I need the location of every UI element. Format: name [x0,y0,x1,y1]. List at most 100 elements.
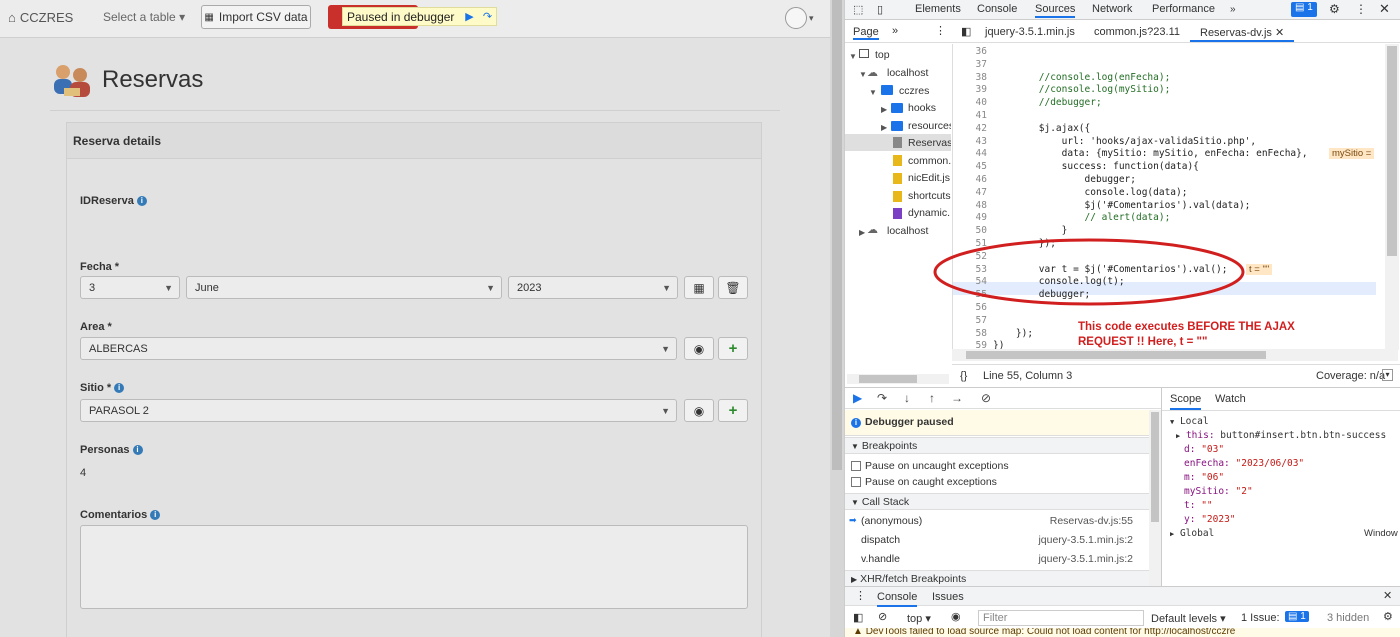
clear-date-button[interactable]: 🗑︎ [718,276,748,299]
eye-icon[interactable]: ◉ [951,610,961,623]
scope-var-row[interactable]: d: "03" [1184,444,1224,455]
issues-count-badge[interactable]: ▤ 1 [1285,611,1309,622]
resume-icon[interactable]: ▶︎ [460,8,478,25]
file-tab-reservas[interactable]: Reservas-dv.js ✕ [1190,24,1295,42]
line-number[interactable]: 38 [953,72,987,83]
close-tab-icon[interactable]: ✕ [1275,27,1284,39]
drawer-tab-console[interactable]: Console [877,591,918,607]
view-area-button[interactable]: ◉ [684,337,714,360]
info-icon[interactable]: i [132,445,143,455]
scope-local-header[interactable]: ▼ Local [1170,416,1209,427]
avatar-caret-icon[interactable]: ▾ [809,13,814,24]
line-number[interactable]: 41 [953,110,987,121]
gear-icon[interactable]: ⚙ [1329,2,1340,16]
tree-resources[interactable]: resources [908,120,951,132]
info-icon[interactable]: i [136,196,147,206]
close-icon[interactable]: ✕ [1379,1,1390,17]
close-drawer-icon[interactable]: ✕ [1383,589,1392,602]
stack-frame[interactable]: ➡ (anonymous) Reservas-dv.js:55 [845,515,1161,527]
stack-frame[interactable]: dispatch jquery-3.5.1.min.js:2 [845,534,1161,546]
step-icon[interactable]: → [951,391,963,405]
scope-var-row[interactable]: y: "2023" [1184,514,1236,525]
tab-elements[interactable]: Elements [915,3,961,15]
tree-shortcuts-file[interactable]: shortcuts [908,190,951,202]
comentarios-textarea[interactable] [80,525,748,609]
pause-uncaught-checkbox[interactable] [851,461,861,472]
calendar-button[interactable]: ▦ [684,276,714,299]
fecha-day-select[interactable]: 3 ▼ [80,276,180,299]
issues-badge[interactable]: ▤ 1 [1291,2,1317,17]
add-sitio-button[interactable]: + [718,399,748,422]
clear-console-icon[interactable]: ⊘ [878,610,887,623]
pause-caught-row[interactable]: Pause on caught exceptions [845,476,1161,488]
deactivate-breakpoints-icon[interactable]: ⊘ [981,391,991,405]
step-over-icon[interactable]: ↷ [877,391,887,405]
line-number[interactable]: 37 [953,59,987,70]
tab-console[interactable]: Console [977,3,1017,15]
scope-var-row[interactable]: enFecha: "2023/06/03" [1184,458,1304,469]
toggle-navigator-icon[interactable]: ◧ [961,25,971,38]
code-vscrollbar[interactable] [1385,44,1399,350]
hscroll-thumb[interactable] [859,375,917,383]
line-number[interactable]: 39 [953,84,987,95]
info-icon[interactable]: i [150,510,161,520]
tree-reservas-file[interactable]: Reservas_ [908,137,951,149]
tab-scope[interactable]: Scope [1170,393,1202,410]
fecha-year-select[interactable]: 2023 ▼ [508,276,678,299]
line-number[interactable]: 45 [953,161,987,172]
sidebar-scrollbar[interactable] [1149,410,1161,586]
tab-network[interactable]: Network [1092,3,1132,15]
code-hscrollbar[interactable] [952,349,1398,361]
view-sitio-button[interactable]: ◉ [684,399,714,422]
scope-global-header[interactable]: ▶ Global [1170,528,1214,539]
brand-link[interactable]: ⌂ CCZRES [8,10,73,25]
tree-common-file[interactable]: common. [908,155,951,167]
tree-hooks[interactable]: hooks [908,102,936,114]
user-avatar[interactable] [785,7,807,29]
resume-icon[interactable]: ▶︎ [853,391,862,405]
stack-frame[interactable]: v.handle jquery-3.5.1.min.js:2 [845,553,1161,565]
add-area-button[interactable]: + [718,337,748,360]
breakpoints-section-header[interactable]: ▼ Breakpoints [845,437,1161,454]
triangle-down-icon[interactable]: ▼ [859,70,867,79]
issues-count-label[interactable]: 1 Issue: [1241,612,1280,624]
gear-icon[interactable]: ⚙ [1383,610,1393,623]
drawer-menu-icon[interactable]: ⋮ [855,589,866,602]
sidebar-toggle-icon[interactable]: ◧ [853,611,863,624]
tree-nicedit-file[interactable]: nicEdit.js [908,172,950,184]
line-number[interactable]: 43 [953,136,987,147]
inspect-icon[interactable]: ⬚ [853,3,863,16]
line-number[interactable]: 44 [953,148,987,159]
triangle-right-icon[interactable]: ▶ [881,123,887,132]
tab-performance[interactable]: Performance [1152,3,1215,15]
scope-this-row[interactable]: ▶ this: button#insert.btn.btn-success [1176,430,1386,441]
fecha-month-select[interactable]: June ▼ [186,276,502,299]
more-tabs-icon[interactable]: » [1230,4,1236,15]
file-tab-jquery[interactable]: jquery-3.5.1.min.js [985,26,1075,38]
sitio-select[interactable]: PARASOL 2 ▼ [80,399,677,422]
device-toolbar-icon[interactable]: ▯ [877,3,883,16]
console-filter-input[interactable]: Filter [978,610,1144,626]
pause-caught-checkbox[interactable] [851,477,861,488]
tree-hscrollbar[interactable] [847,374,949,384]
scope-var-row[interactable]: m: "06" [1184,472,1224,483]
navigator-more-icon[interactable]: » [892,25,898,37]
line-number[interactable]: 57 [953,315,987,326]
pretty-print-icon[interactable]: {} [960,370,967,382]
triangle-down-icon[interactable]: ▼ [869,88,877,97]
line-number[interactable]: 47 [953,187,987,198]
file-tab-common[interactable]: common.js?23.11 [1094,26,1180,38]
tree-dynamic-file[interactable]: dynamic. [908,207,950,219]
tree-localhost[interactable]: localhost [887,67,928,79]
page-scrollbar[interactable] [830,0,844,637]
context-select[interactable]: top ▾ [907,612,931,625]
line-number[interactable]: 36 [953,46,987,57]
line-number[interactable]: 48 [953,200,987,211]
triangle-right-icon[interactable]: ▶ [859,228,865,237]
import-csv-button[interactable]: ▦ Import CSV data [201,5,311,29]
tree-cczres[interactable]: cczres [899,85,929,97]
step-out-icon[interactable]: ↑ [929,391,935,405]
scope-var-row[interactable]: t: "" [1184,500,1213,511]
line-number[interactable]: 58 [953,328,987,339]
info-icon[interactable]: i [114,383,125,393]
